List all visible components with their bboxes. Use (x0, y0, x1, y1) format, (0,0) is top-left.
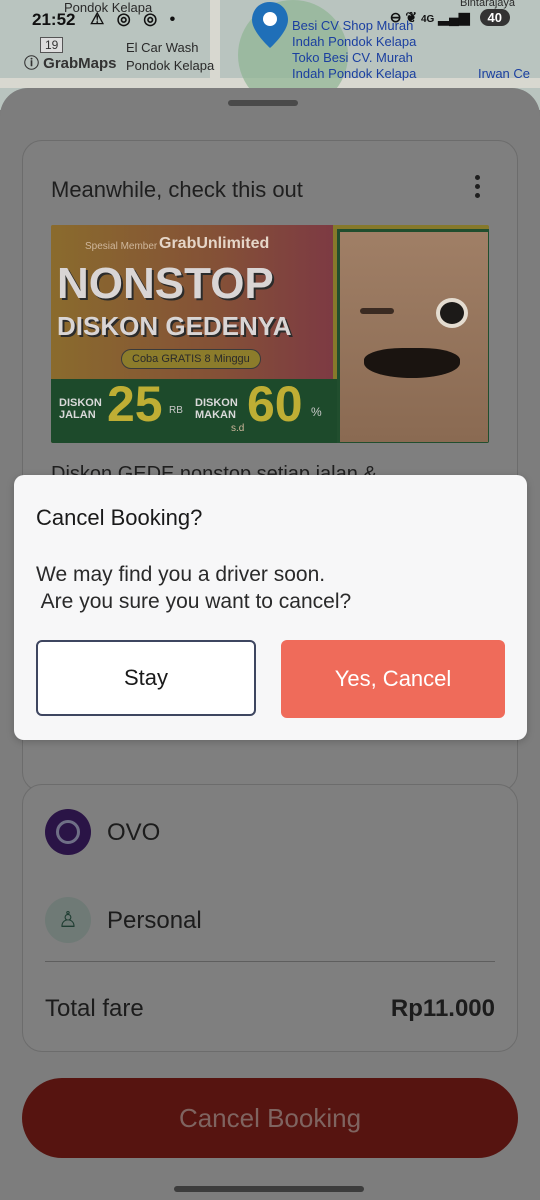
dialog-message: We may find you a driver soon. Are you s… (36, 563, 352, 613)
cancel-booking-dialog: Cancel Booking? We may find you a driver… (14, 475, 527, 740)
map-label: Toko Besi CV. Murah (292, 50, 413, 65)
system-icons: ⊖ ❦ 4G ▂▄▆ 40 (390, 9, 510, 26)
status-bar: 21:52 ⚠ ◎ ◎ • ⊖ ❦ 4G ▂▄▆ 40 (0, 0, 540, 40)
banner-headline: NONSTOP (57, 259, 274, 308)
map-label: Irwan Ce (478, 66, 531, 81)
banner-jalan-label: DISKON JALAN (59, 397, 102, 421)
banner-subheadline: DISKON GEDENYA (57, 311, 292, 341)
status-time: 21:52 (32, 10, 76, 29)
grabmaps-attribution[interactable]: ⓘ GrabMaps (24, 52, 117, 73)
sheet-drag-handle[interactable] (228, 100, 298, 106)
signal-icon: ▂▄▆ (438, 9, 470, 25)
network-type: 4G (420, 14, 435, 25)
leaf-icon: ❦ (405, 9, 418, 25)
map-label: Pondok Kelapa (126, 58, 215, 73)
total-fare-label: Total fare (45, 995, 144, 1022)
total-fare-value: Rp11.000 (390, 995, 495, 1022)
banner-photo-mustache (364, 348, 460, 378)
dnd-icon: ⊖ (389, 9, 402, 25)
divider (45, 961, 495, 962)
map-label: El Car Wash (126, 40, 199, 55)
banner-photo-eye (360, 308, 394, 314)
banner-photo-eye (436, 298, 468, 328)
payment-method[interactable]: OVO (107, 819, 160, 847)
battery-indicator: 40 (479, 9, 510, 26)
banner-sd: s.d (231, 423, 245, 434)
banner-trial-pill: Coba GRATIS 8 Minggu (121, 349, 261, 369)
banner-makan-label: DISKON MAKAN (195, 397, 238, 421)
home-indicator[interactable] (174, 1186, 364, 1192)
banner-photo (337, 229, 489, 443)
promo-banner[interactable]: Spesial Member GrabUnlimited NONSTOP DIS… (51, 225, 489, 443)
ovo-logo-icon (45, 809, 91, 855)
person-icon: ♙ (45, 897, 91, 943)
banner-jalan-unit: RB (169, 405, 183, 416)
dialog-title: Cancel Booking? (36, 505, 203, 530)
banner-brand: GrabUnlimited (159, 235, 270, 252)
promo-title: Meanwhile, check this out (51, 177, 303, 202)
profile-type[interactable]: Personal (107, 907, 202, 935)
banner-jalan-value: 25 (107, 376, 163, 432)
cancel-booking-button[interactable]: Cancel Booking (22, 1078, 518, 1158)
banner-makan-unit: % (311, 405, 322, 419)
banner-member-text: Spesial Member (85, 241, 158, 252)
confirm-cancel-button[interactable]: Yes, Cancel (281, 640, 505, 718)
banner-makan-value: 60 (247, 376, 303, 432)
payment-card: OVO ♙ Personal Total fare Rp11.000 (22, 784, 518, 1052)
map-label: Indah Pondok Kelapa (292, 66, 417, 81)
stay-button[interactable]: Stay (36, 640, 256, 716)
more-options-icon[interactable] (475, 175, 481, 202)
notification-icons: ⚠ ◎ ◎ • (90, 11, 180, 28)
